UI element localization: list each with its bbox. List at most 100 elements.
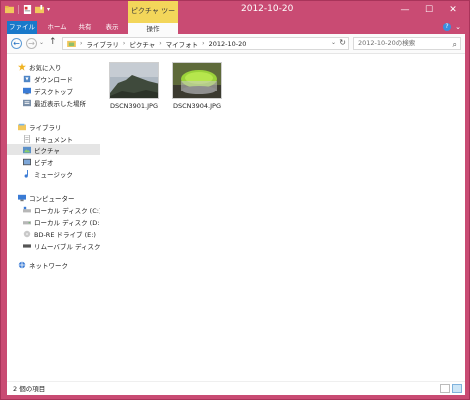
nav-drive-f-label: リムーバブル ディスク (F [34, 242, 100, 251]
breadcrumb-separator: › [202, 40, 205, 47]
tab-file[interactable]: ファイル [7, 21, 37, 34]
computer-icon [18, 194, 26, 201]
breadcrumb-separator: › [159, 40, 162, 47]
green-disc-photo-image [173, 63, 221, 98]
help-icon[interactable]: ? [443, 23, 451, 31]
nav-network[interactable]: ネットワーク [7, 259, 100, 270]
nav-drive-e[interactable]: BD-RE ドライブ (E:) [7, 228, 100, 239]
photo-thumbnail-mountain [109, 62, 159, 99]
photo-thumbnail-green-disc [172, 62, 222, 99]
nav-videos[interactable]: ビデオ [7, 156, 100, 167]
nav-drive-e-label: BD-RE ドライブ (E:) [34, 230, 96, 239]
nav-drive-c[interactable]: ローカル ディスク (C:) [7, 204, 100, 215]
minimize-button[interactable]: — [393, 1, 417, 19]
window-controls: — ☐ ✕ [393, 1, 465, 19]
nav-libraries-label: ライブラリ [29, 123, 62, 132]
nav-downloads[interactable]: ダウンロード [7, 73, 100, 84]
view-toggle [440, 384, 462, 393]
nav-drive-c-label: ローカル ディスク (C:) [34, 206, 100, 215]
large-icons-view-button[interactable] [452, 384, 462, 393]
window-title: 2012-10-20 [241, 4, 294, 14]
new-folder-icon[interactable] [35, 5, 44, 14]
file-name: DSCN3904.JPG [172, 102, 221, 110]
breadcrumb-pictures[interactable]: ピクチャ [129, 39, 155, 49]
properties-icon[interactable] [23, 5, 32, 14]
tab-share[interactable]: 共有 [73, 21, 97, 34]
nav-computer[interactable]: コンピューター [7, 192, 100, 203]
search-icon[interactable]: ⌕ [453, 39, 457, 50]
search-input[interactable]: 2012-10-20の検索 ⌕ [353, 37, 461, 50]
refresh-icon[interactable]: ↻ [339, 38, 346, 47]
optical-drive-icon [23, 230, 31, 237]
nav-computer-label: コンピューター [29, 194, 75, 203]
nav-videos-label: ビデオ [34, 158, 54, 167]
nav-recent-places-label: 最近表示した場所 [34, 99, 86, 108]
recent-locations-icon[interactable]: ⌄ [39, 39, 44, 46]
nav-pictures[interactable]: ピクチャ [7, 144, 100, 155]
star-icon [18, 62, 26, 71]
breadcrumb-separator: › [80, 40, 83, 47]
desktop-icon [23, 87, 31, 94]
breadcrumb-current-folder[interactable]: 2012-10-20 [209, 40, 247, 48]
folder-icon[interactable] [5, 5, 14, 14]
nav-desktop-label: デスクトップ [34, 87, 73, 96]
main-content: お気に入り ダウンロード デスクトップ 最近表示した場所 ライブラリ ドキュメン… [7, 53, 465, 381]
file-name: DSCN3901.JPG [109, 102, 158, 110]
nav-drive-f[interactable]: リムーバブル ディスク (F [7, 240, 100, 251]
item-count: 2 個の項目 [13, 385, 46, 393]
nav-pictures-label: ピクチャ [34, 146, 60, 155]
nav-documents[interactable]: ドキュメント [7, 133, 100, 144]
status-bar: 2 個の項目 [7, 381, 465, 395]
file-list[interactable]: DSCN3901.JPG DSCN3904.JPG [100, 54, 465, 382]
recent-places-icon [23, 99, 31, 106]
nav-music[interactable]: ミュージック [7, 168, 100, 179]
nav-drive-d-label: ローカル ディスク (D:) [34, 218, 100, 227]
downloads-icon [23, 75, 31, 82]
nav-libraries[interactable]: ライブラリ [7, 121, 100, 132]
address-history-dropdown-icon[interactable]: ⌄ [331, 39, 336, 46]
quick-access-toolbar: ▾ [5, 5, 50, 14]
file-item[interactable]: DSCN3901.JPG [107, 62, 161, 110]
file-item[interactable]: DSCN3904.JPG [170, 62, 224, 110]
documents-icon [24, 134, 30, 143]
nav-recent-places[interactable]: 最近表示した場所 [7, 97, 100, 108]
breadcrumb-my-photos[interactable]: マイフォト [166, 39, 199, 49]
search-placeholder: 2012-10-20の検索 [358, 39, 416, 47]
details-view-button[interactable] [440, 384, 450, 393]
navigation-pane[interactable]: お気に入り ダウンロード デスクトップ 最近表示した場所 ライブラリ ドキュメン… [7, 54, 100, 382]
windows-drive-icon [23, 206, 31, 212]
music-icon [24, 169, 28, 178]
nav-favorites[interactable]: お気に入り [7, 61, 100, 72]
removable-drive-icon [23, 243, 31, 248]
up-button[interactable]: ↑ [49, 37, 57, 47]
navigation-bar: ← → ⌄ ↑ › ライブラリ › ピクチャ › マイフォト › 2012-10… [7, 34, 465, 53]
maximize-button[interactable]: ☐ [417, 1, 441, 19]
tab-view[interactable]: 表示 [101, 21, 123, 34]
qat-dropdown-icon[interactable]: ▾ [47, 5, 50, 14]
nav-desktop[interactable]: デスクトップ [7, 85, 100, 96]
mountain-photo-image [110, 63, 158, 98]
network-icon [18, 261, 26, 268]
videos-icon [23, 158, 31, 165]
nav-network-label: ネットワーク [29, 261, 68, 270]
tab-manage[interactable]: 操作 [128, 21, 178, 34]
breadcrumb-separator: › [122, 40, 126, 47]
address-bar[interactable]: › ライブラリ › ピクチャ › マイフォト › 2012-10-20 ⌄ ↻ [62, 37, 349, 50]
nav-music-label: ミュージック [34, 170, 73, 179]
breadcrumb-libraries[interactable]: ライブラリ [86, 39, 119, 49]
hard-drive-icon [23, 220, 31, 224]
libraries-icon [18, 123, 26, 130]
title-bar: ▾ ピクチャ ツール 2012-10-20 — ☐ ✕ [1, 1, 469, 35]
nav-documents-label: ドキュメント [34, 135, 73, 144]
nav-drive-d[interactable]: ローカル ディスク (D:) [7, 216, 100, 227]
ribbon-tabs: ファイル ホーム 共有 表示 操作 ? ⌄ [7, 21, 465, 34]
pictures-icon [23, 146, 31, 153]
nav-downloads-label: ダウンロード [34, 75, 73, 84]
tab-home[interactable]: ホーム [43, 21, 71, 34]
nav-favorites-label: お気に入り [29, 63, 62, 72]
back-button[interactable]: ← [11, 38, 22, 49]
forward-button[interactable]: → [26, 38, 37, 49]
expand-ribbon-icon[interactable]: ⌄ [455, 23, 461, 31]
close-button[interactable]: ✕ [441, 1, 465, 19]
toolbar-separator [18, 5, 19, 14]
